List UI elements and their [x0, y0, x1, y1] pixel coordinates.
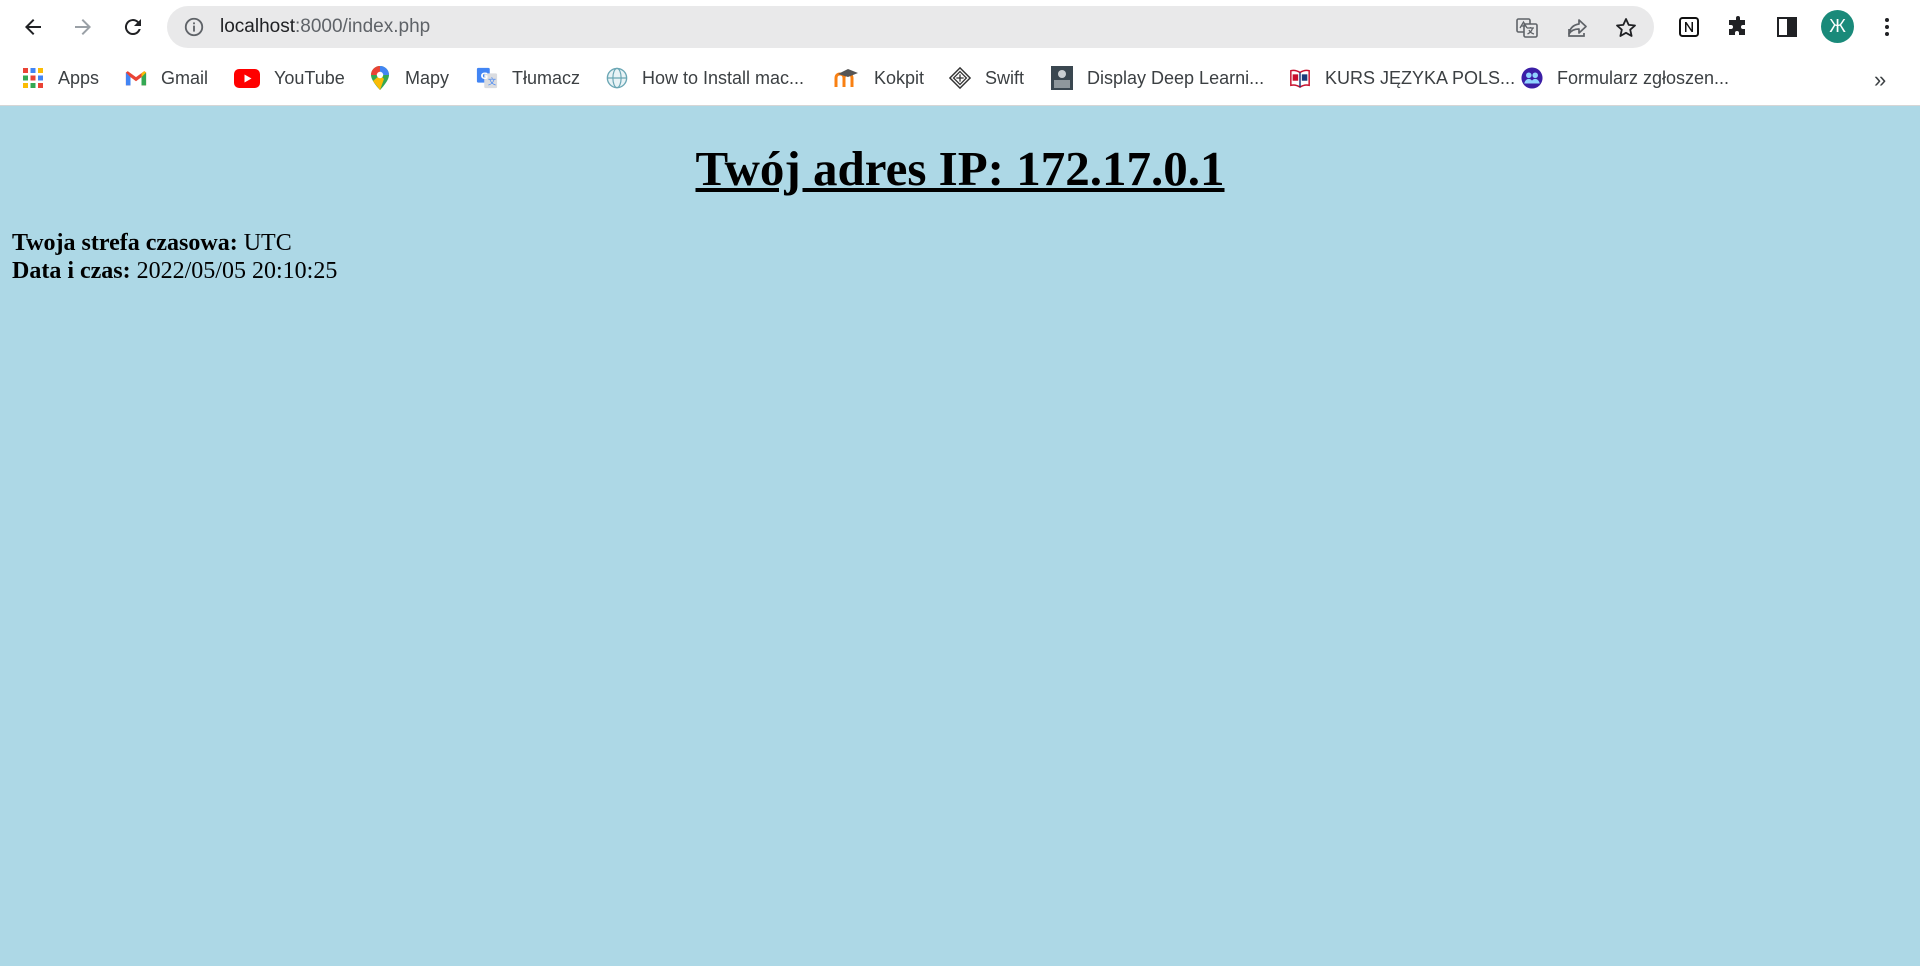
- profile-avatar[interactable]: Ж: [1821, 10, 1854, 43]
- moodle-icon: [834, 67, 860, 89]
- bookmarks-overflow-button[interactable]: »: [1874, 67, 1886, 93]
- bookmark-tlumacz[interactable]: G文 Tłumacz: [476, 63, 580, 93]
- bookmark-label: Apps: [58, 67, 100, 88]
- reload-icon: [124, 19, 141, 36]
- address-bar[interactable]: localhost:8000/index.php: [167, 6, 1654, 48]
- site-info-icon[interactable]: [183, 16, 205, 38]
- bookmark-label: Kokpit: [874, 67, 925, 88]
- bookmark-label: Formularz zgłoszen...: [1557, 67, 1730, 88]
- address-url[interactable]: localhost:8000/index.php: [220, 6, 430, 48]
- apps-grid-icon: [22, 67, 44, 89]
- bookmark-label: Gmail: [161, 67, 209, 88]
- bookmark-how-to-install[interactable]: How to Install mac...: [606, 63, 804, 93]
- forward-button[interactable]: [66, 10, 100, 44]
- translate-icon: G文: [476, 67, 498, 89]
- site-globe-icon: [606, 67, 628, 89]
- bookmark-label: Mapy: [405, 67, 450, 88]
- page-thumbnail-icon: [1051, 66, 1073, 90]
- timezone-line: Twoja strefa czasowa: UTC: [12, 229, 337, 257]
- translate-page-icon[interactable]: [1515, 16, 1539, 40]
- bookmark-label: Tłumacz: [512, 67, 581, 88]
- bookmark-star-icon[interactable]: [1614, 16, 1638, 40]
- ip-address-heading: Twój adres IP: 172.17.0.1: [695, 141, 1225, 196]
- bookmark-display-deep-learning[interactable]: Display Deep Learni...: [1051, 63, 1264, 93]
- timezone-label: Twoja strefa czasowa:: [12, 230, 238, 256]
- side-panel-icon[interactable]: [1773, 13, 1801, 41]
- datetime-label: Data i czas:: [12, 258, 131, 284]
- maps-pin-icon: [369, 66, 391, 90]
- page-content: Twój adres IP: 172.17.0.1 Twoja strefa c…: [0, 106, 1920, 966]
- bookmark-swift[interactable]: Swift: [949, 63, 1024, 93]
- info-block: Twoja strefa czasowa: UTC Data i czas: 2…: [12, 229, 337, 285]
- svg-text:G: G: [481, 71, 489, 82]
- notion-extension-icon[interactable]: [1675, 13, 1703, 41]
- bookmark-youtube[interactable]: YouTube: [234, 63, 345, 93]
- reload-button[interactable]: [116, 10, 150, 44]
- extensions-puzzle-icon[interactable]: [1724, 13, 1752, 41]
- gmail-icon: [125, 67, 147, 89]
- back-arrow-icon: [25, 19, 41, 35]
- bookmark-label: How to Install mac...: [642, 67, 805, 88]
- bookmark-kokpit[interactable]: Kokpit: [834, 63, 924, 93]
- bookmark-apps[interactable]: Apps: [22, 63, 99, 93]
- bookmark-label: KURS JĘZYKA POLS...: [1325, 67, 1516, 88]
- browser-menu-icon[interactable]: [1873, 13, 1901, 41]
- bookmark-formularz[interactable]: Formularz zgłoszen...: [1521, 63, 1729, 93]
- share-icon[interactable]: [1565, 16, 1589, 40]
- datetime-line: Data i czas: 2022/05/05 20:10:25: [12, 257, 337, 285]
- bookmark-gmail[interactable]: Gmail: [125, 63, 208, 93]
- back-button[interactable]: [16, 10, 50, 44]
- browser-toolbar: localhost:8000/index.php Ж: [0, 0, 1920, 53]
- bookmark-mapy[interactable]: Mapy: [369, 63, 449, 93]
- bookmarks-bar: Apps Gmail YouTube Mapy G文 Tłumacz How t…: [0, 53, 1920, 106]
- book-icon: [1289, 67, 1311, 89]
- bookmark-label: Swift: [985, 67, 1025, 88]
- bookmark-label: Display Deep Learni...: [1087, 67, 1265, 88]
- url-path: :8000/index.php: [295, 16, 431, 37]
- forward-arrow-icon: [75, 19, 91, 35]
- bookmark-kurs-jezyka[interactable]: KURS JĘZYKA POLS...: [1289, 63, 1515, 93]
- swift-icon: [949, 66, 971, 90]
- youtube-icon: [234, 67, 260, 89]
- svg-text:文: 文: [488, 76, 496, 86]
- timezone-value: UTC: [237, 230, 292, 256]
- bookmark-label: YouTube: [274, 67, 345, 88]
- url-host: localhost: [220, 16, 295, 37]
- forms-icon: [1521, 67, 1543, 89]
- datetime-value: 2022/05/05 20:10:25: [130, 258, 338, 284]
